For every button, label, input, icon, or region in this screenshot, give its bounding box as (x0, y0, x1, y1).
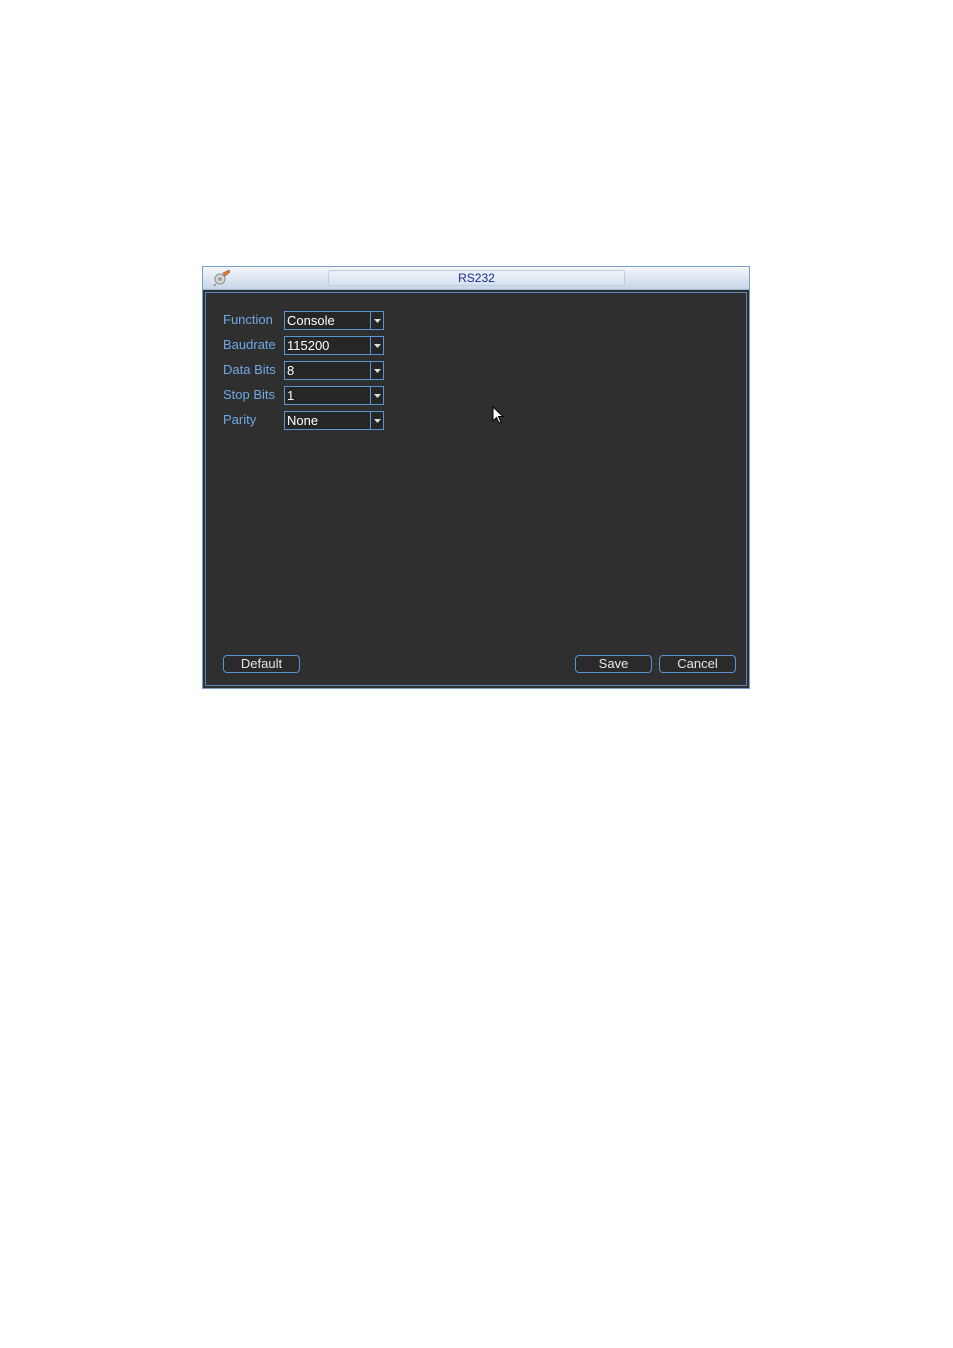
chevron-down-icon[interactable] (370, 387, 383, 404)
settings-tool-icon (212, 269, 232, 287)
title-bar[interactable]: RS232 (203, 267, 749, 290)
stop-bits-select[interactable]: 1 (284, 386, 384, 405)
cancel-button[interactable]: Cancel (659, 655, 736, 673)
function-value: Console (287, 313, 335, 328)
chevron-down-icon[interactable] (370, 312, 383, 329)
chevron-down-icon[interactable] (370, 412, 383, 429)
content-panel: Function Console Baudrate 115200 Data Bi… (205, 292, 747, 686)
stop-bits-value: 1 (287, 388, 295, 403)
rs232-dialog: RS232 Function Console Baudrate 115200 D… (202, 266, 750, 689)
data-bits-select[interactable]: 8 (284, 361, 384, 380)
page: RS232 Function Console Baudrate 115200 D… (0, 0, 953, 1348)
stop-bits-label: Stop Bits (223, 387, 276, 402)
function-select[interactable]: Console (284, 311, 384, 330)
default-button[interactable]: Default (223, 655, 300, 673)
chevron-down-icon[interactable] (370, 362, 383, 379)
window-title: RS232 (328, 270, 625, 286)
parity-value: None (287, 413, 319, 428)
function-label: Function (223, 312, 273, 327)
data-bits-value: 8 (287, 363, 295, 378)
data-bits-label: Data Bits (223, 362, 276, 377)
baudrate-label: Baudrate (223, 337, 276, 352)
parity-select[interactable]: None (284, 411, 384, 430)
baudrate-value: 115200 (287, 338, 330, 353)
chevron-down-icon[interactable] (370, 337, 383, 354)
save-button[interactable]: Save (575, 655, 652, 673)
parity-label: Parity (223, 412, 257, 427)
mouse-pointer-icon (492, 405, 506, 426)
baudrate-select[interactable]: 115200 (284, 336, 384, 355)
